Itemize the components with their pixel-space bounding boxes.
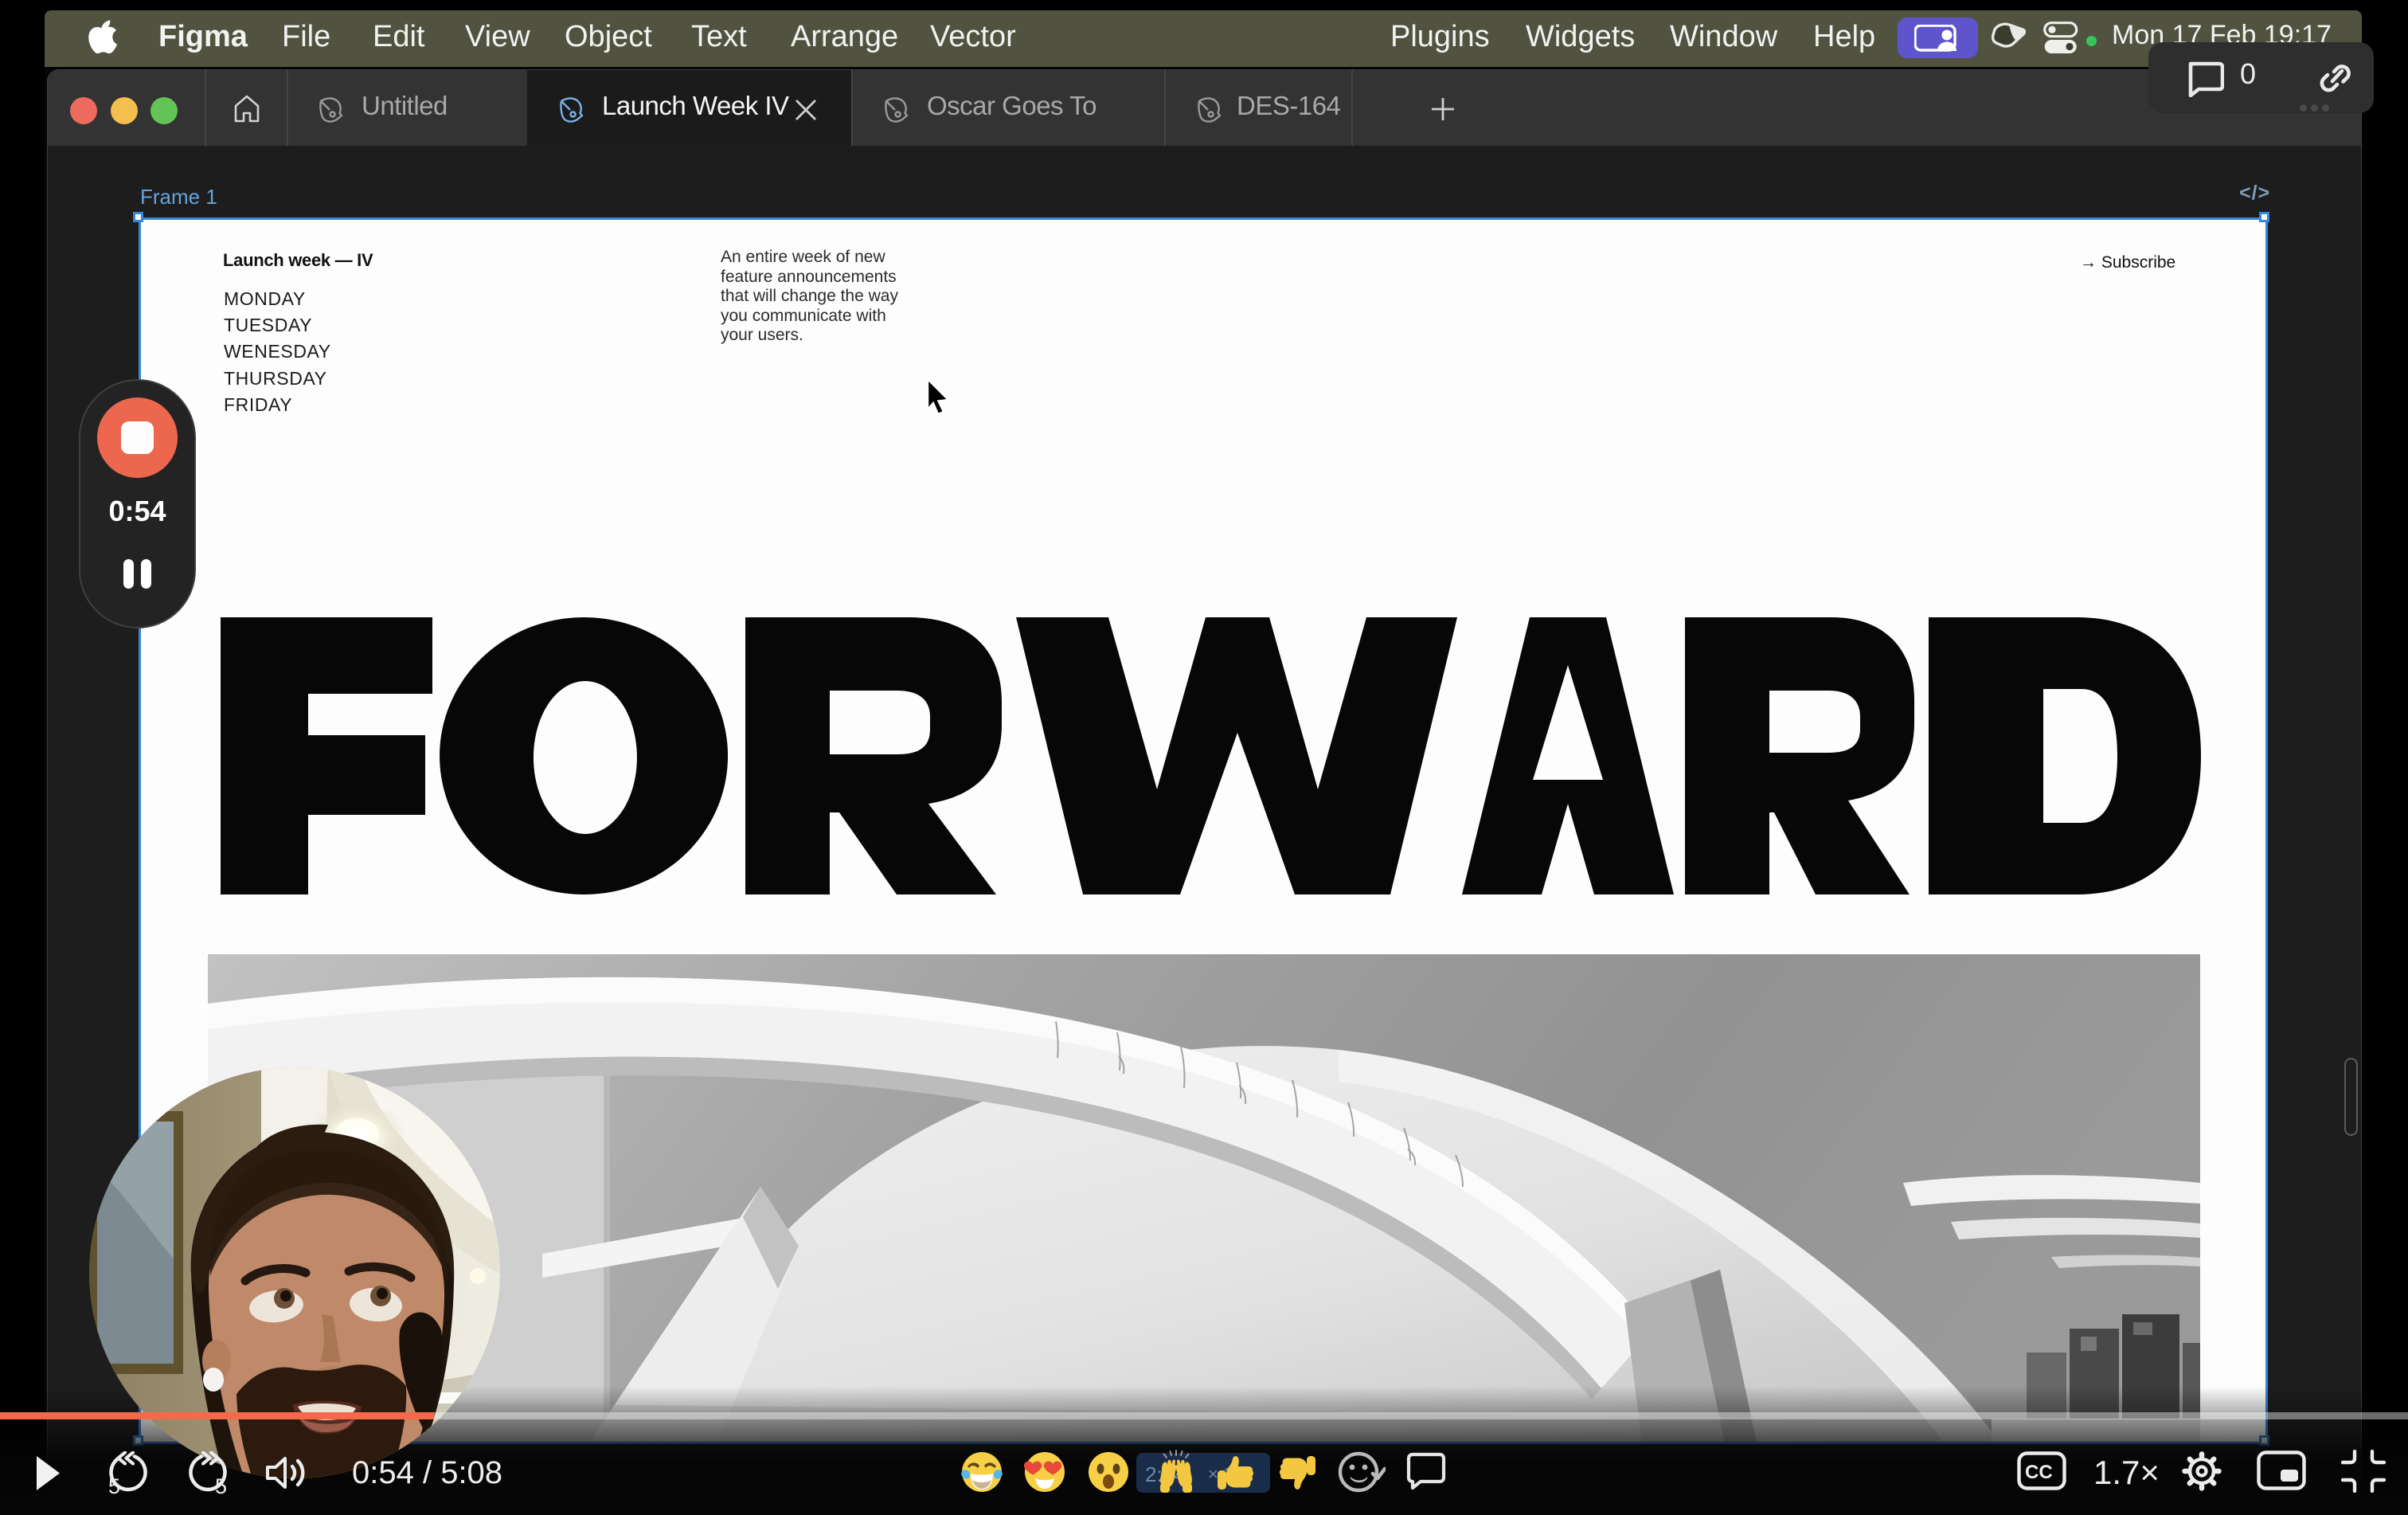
svg-text:5: 5: [108, 1474, 120, 1496]
svg-text:5: 5: [215, 1474, 227, 1496]
svg-text:CC: CC: [2025, 1462, 2053, 1483]
